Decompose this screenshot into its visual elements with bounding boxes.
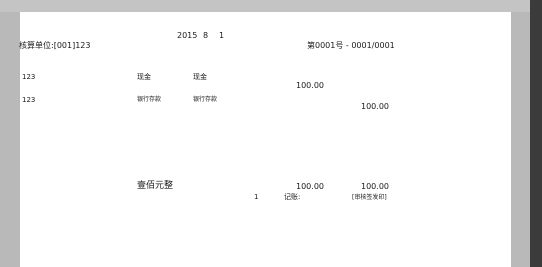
entry-1-summary: 123 (22, 73, 36, 81)
accounting-unit: 核算单位:[001]123 (19, 41, 91, 50)
voucher-page: 2015 8 1 核算单位:[001]123 第0001号 - 0001/000… (19, 12, 511, 267)
date-year: 2015 (177, 31, 198, 40)
bookkeeper-label: 记账: (284, 193, 301, 201)
entry-2-account-code: 银行存款 (137, 96, 162, 103)
entry-2-credit: 100.00 (361, 102, 389, 111)
entry-1-debit: 100.00 (296, 81, 324, 90)
entry-1-account-name: 现金 (193, 73, 207, 81)
date-month: 8 (203, 31, 209, 40)
credit-total: 100.00 (361, 182, 389, 191)
attachment-count: 1 (254, 193, 259, 201)
entry-2-account-name: 银行存款 (193, 96, 218, 103)
entry-1-account-code: 现金 (137, 73, 151, 81)
voucher-number: 第0001号 - 0001/0001 (307, 41, 395, 50)
vertical-scrollbar[interactable] (530, 0, 542, 267)
date-day: 1 (219, 31, 225, 40)
amount-in-words: 壹佰元整 (137, 181, 174, 191)
entry-2-summary: 123 (22, 96, 36, 104)
reviewer-stamp: [审核签发印] (352, 194, 387, 201)
window-top-strip (0, 0, 542, 12)
debit-total: 100.00 (296, 182, 324, 191)
